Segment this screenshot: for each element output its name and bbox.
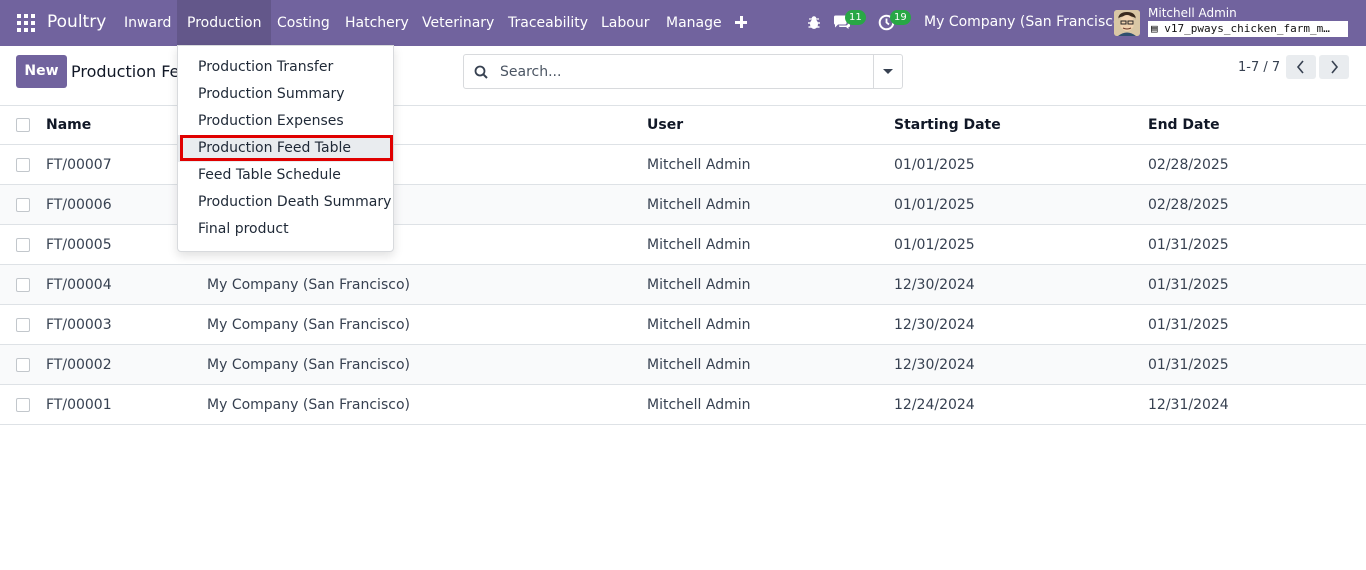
cell-user: Mitchell Admin — [647, 316, 751, 333]
plus-icon[interactable] — [734, 14, 748, 30]
search-input[interactable] — [500, 61, 870, 83]
cell-end-date: 01/31/2025 — [1148, 236, 1229, 253]
cell-company: My Company (San Francisco) — [207, 276, 410, 293]
cell-user: Mitchell Admin — [647, 196, 751, 213]
nav-item-hatchery[interactable]: Hatchery — [335, 0, 419, 46]
cell-company: My Company (San Francisco) — [207, 356, 410, 373]
column-header-name[interactable]: Name — [46, 106, 91, 144]
cell-user: Mitchell Admin — [647, 356, 751, 373]
cell-starting-date: 12/30/2024 — [894, 276, 975, 293]
row-checkbox[interactable] — [16, 397, 30, 412]
cell-company: My Company (San Francisco) — [207, 316, 410, 333]
page-title: Production Fe — [71, 62, 180, 81]
nav-item-costing[interactable]: Costing — [267, 0, 340, 46]
cell-company: My Company (San Francisco) — [207, 396, 410, 413]
user-avatar[interactable] — [1114, 10, 1140, 36]
menu-item-feed-table-schedule[interactable]: Feed Table Schedule — [178, 162, 393, 189]
bug-icon[interactable] — [807, 15, 821, 30]
user-name[interactable]: Mitchell Admin — [1148, 6, 1237, 20]
search-bar — [463, 54, 903, 89]
row-checkbox[interactable] — [16, 197, 30, 212]
pager-value[interactable]: 1-7 / 7 — [1238, 60, 1280, 75]
cell-starting-date: 01/01/2025 — [894, 196, 975, 213]
cell-end-date: 01/31/2025 — [1148, 356, 1229, 373]
nav-item-manage[interactable]: Manage — [656, 0, 732, 46]
pager-previous-button[interactable] — [1286, 55, 1316, 79]
cell-name: FT/00005 — [46, 236, 112, 253]
new-button[interactable]: New — [16, 55, 67, 88]
menu-item-production-transfer[interactable]: Production Transfer — [178, 54, 393, 81]
cell-user: Mitchell Admin — [647, 396, 751, 413]
cell-starting-date: 12/24/2024 — [894, 396, 975, 413]
cell-starting-date: 12/30/2024 — [894, 356, 975, 373]
column-header-starting-date[interactable]: Starting Date — [894, 106, 1001, 144]
table-row[interactable]: FT/00001 My Company (San Francisco) Mitc… — [0, 385, 1366, 425]
company-switcher[interactable]: My Company (San Francisco) — [924, 14, 1127, 30]
cell-end-date: 01/31/2025 — [1148, 276, 1229, 293]
table-row[interactable]: FT/00003 My Company (San Francisco) Mitc… — [0, 305, 1366, 345]
menu-item-production-death-summary[interactable]: Production Death Summary — [178, 189, 393, 216]
row-checkbox[interactable] — [16, 157, 30, 172]
cell-starting-date: 01/01/2025 — [894, 156, 975, 173]
menu-item-production-summary[interactable]: Production Summary — [178, 81, 393, 108]
messages-badge: 11 — [845, 10, 866, 25]
cell-starting-date: 12/30/2024 — [894, 316, 975, 333]
cell-name: FT/00006 — [46, 196, 112, 213]
column-header-user[interactable]: User — [647, 106, 683, 144]
cell-name: FT/00002 — [46, 356, 112, 373]
chevron-left-icon — [1296, 60, 1304, 74]
activities-badge: 19 — [890, 10, 911, 25]
column-header-end-date[interactable]: End Date — [1148, 106, 1220, 144]
database-icon: ▤ — [1151, 22, 1158, 35]
production-dropdown-menu: Production Transfer Production Summary P… — [177, 45, 394, 252]
cell-user: Mitchell Admin — [647, 156, 751, 173]
row-checkbox[interactable] — [16, 317, 30, 332]
cell-name: FT/00007 — [46, 156, 112, 173]
top-navbar: Poultry Inward Production Costing Hatche… — [0, 0, 1366, 46]
search-options-toggle[interactable] — [873, 55, 902, 88]
database-label: v17_pways_chicken_farm_m… — [1164, 22, 1330, 35]
cell-user: Mitchell Admin — [647, 276, 751, 293]
search-icon — [474, 65, 488, 79]
chevron-right-icon — [1331, 60, 1339, 74]
cell-end-date: 12/31/2024 — [1148, 396, 1229, 413]
row-checkbox[interactable] — [16, 357, 30, 372]
nav-item-labour[interactable]: Labour — [591, 0, 659, 46]
cell-name: FT/00001 — [46, 396, 112, 413]
menu-item-production-expenses[interactable]: Production Expenses — [178, 108, 393, 135]
nav-item-traceability[interactable]: Traceability — [498, 0, 598, 46]
table-row[interactable]: FT/00004 My Company (San Francisco) Mitc… — [0, 265, 1366, 305]
database-name: ▤ v17_pways_chicken_farm_m… — [1148, 21, 1348, 37]
select-all-checkbox[interactable] — [16, 118, 30, 132]
row-checkbox[interactable] — [16, 277, 30, 292]
app-brand[interactable]: Poultry — [47, 12, 106, 32]
menu-item-production-feed-table[interactable]: Production Feed Table — [178, 135, 393, 162]
cell-end-date: 01/31/2025 — [1148, 316, 1229, 333]
apps-grid-icon[interactable] — [17, 14, 35, 32]
cell-starting-date: 01/01/2025 — [894, 236, 975, 253]
row-checkbox[interactable] — [16, 237, 30, 252]
nav-item-inward[interactable]: Inward — [114, 0, 181, 46]
pager-next-button[interactable] — [1319, 55, 1349, 79]
nav-item-production[interactable]: Production — [177, 0, 272, 46]
cell-user: Mitchell Admin — [647, 236, 751, 253]
cell-name: FT/00003 — [46, 316, 112, 333]
cell-end-date: 02/28/2025 — [1148, 196, 1229, 213]
cell-name: FT/00004 — [46, 276, 112, 293]
nav-item-veterinary[interactable]: Veterinary — [412, 0, 504, 46]
table-row[interactable]: FT/00002 My Company (San Francisco) Mitc… — [0, 345, 1366, 385]
cell-end-date: 02/28/2025 — [1148, 156, 1229, 173]
menu-item-final-product[interactable]: Final product — [178, 216, 393, 243]
